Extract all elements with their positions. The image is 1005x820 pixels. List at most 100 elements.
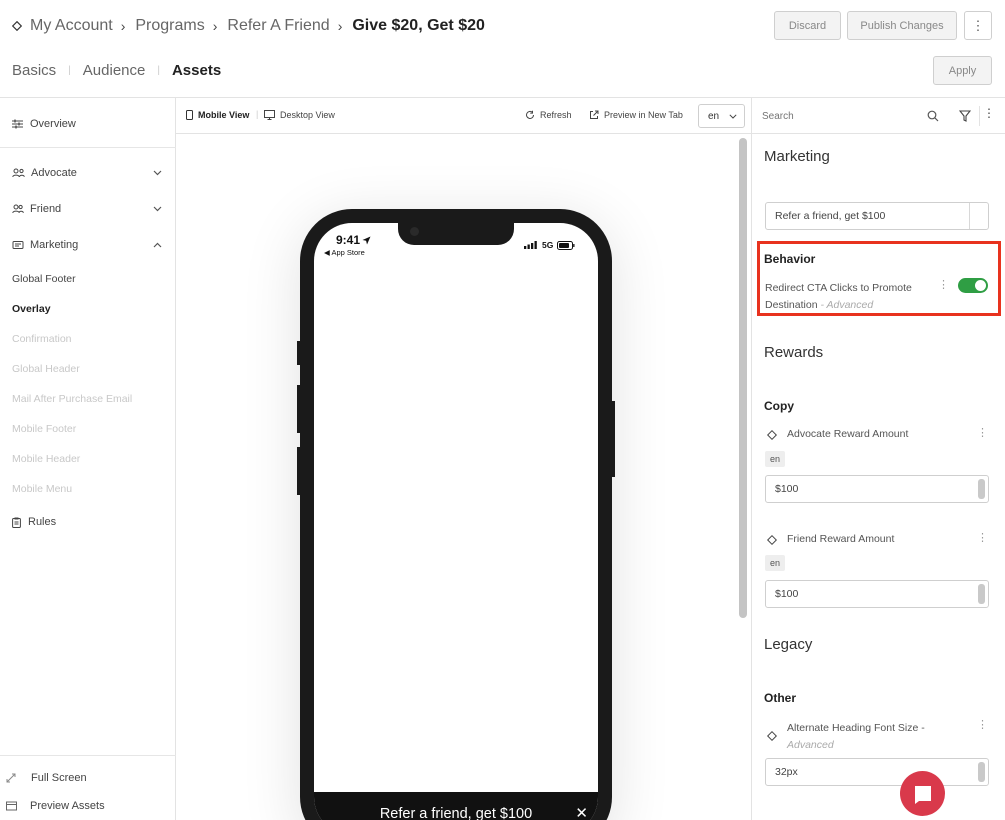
top-bar: My Account › Programs › Refer A Friend ›… xyxy=(0,0,1005,98)
breadcrumb-my-account[interactable]: My Account xyxy=(30,17,113,35)
mobile-view-toggle[interactable]: Mobile View xyxy=(186,110,249,120)
field-kebab-icon[interactable]: ⋮ xyxy=(977,428,988,439)
sidebar-subitem-overlay[interactable]: Overlay xyxy=(12,303,51,315)
breadcrumb-refer-a-friend[interactable]: Refer A Friend xyxy=(227,17,329,35)
preview-new-tab-button[interactable]: Preview in New Tab xyxy=(589,110,683,120)
refresh-button[interactable]: Refresh xyxy=(525,110,572,120)
sidebar-subitem-global-header[interactable]: Global Header xyxy=(12,363,80,375)
clipboard-icon xyxy=(12,517,21,528)
sidebar-item-label: Advocate xyxy=(31,167,77,179)
monitor-icon xyxy=(264,110,275,120)
advanced-tag: Advanced xyxy=(787,739,834,751)
properties-panel: ⋮ Marketing Refer a friend, get $100 Beh… xyxy=(752,98,1005,820)
marketing-text-field[interactable]: Refer a friend, get $100 xyxy=(765,202,989,230)
advocate-reward-input[interactable]: $100 xyxy=(765,475,989,503)
diamond-icon xyxy=(767,430,777,440)
language-select[interactable]: en xyxy=(698,104,745,128)
sidebar-item-rules[interactable]: Rules xyxy=(12,516,162,528)
sidebar-subitem-confirmation[interactable]: Confirmation xyxy=(12,333,72,345)
user-pair-icon xyxy=(12,204,24,214)
preview-assets-button[interactable]: Preview Assets xyxy=(6,800,156,812)
preview-canvas: 9:41 ◀ App Store 5G Refer a friend, get … xyxy=(176,135,738,820)
sidebar-item-label: Overview xyxy=(30,118,76,130)
tab-assets[interactable]: Assets xyxy=(172,62,221,79)
chevron-down-icon xyxy=(729,113,737,119)
sidebar-subitem-mobile-footer[interactable]: Mobile Footer xyxy=(12,423,76,435)
sidebar-item-label: Rules xyxy=(28,516,57,528)
behavior-highlight-box xyxy=(757,241,1001,316)
panel-search-bar: ⋮ xyxy=(752,98,1005,134)
section-heading-rewards: Rewards xyxy=(764,344,824,361)
status-time: 9:41 xyxy=(336,233,371,247)
breadcrumb: My Account › Programs › Refer A Friend ›… xyxy=(12,16,485,36)
phone-screen: 9:41 ◀ App Store 5G Refer a friend, get … xyxy=(314,223,598,820)
refresh-icon xyxy=(525,110,535,120)
users-icon xyxy=(12,168,25,178)
external-link-icon xyxy=(589,110,599,120)
refresh-label: Refresh xyxy=(540,110,572,120)
close-icon[interactable]: ✕ xyxy=(575,804,588,820)
filter-icon[interactable] xyxy=(959,110,971,122)
chevron-up-icon xyxy=(153,242,162,248)
overlay-cta-text: Refer a friend, get $100 xyxy=(379,805,533,820)
mobile-view-label: Mobile View xyxy=(198,110,250,120)
sidebar-subitem-mail-after-purchase[interactable]: Mail After Purchase Email xyxy=(12,393,132,405)
sidebar-item-label: Friend xyxy=(30,203,62,215)
sidebar-item-marketing[interactable]: Marketing xyxy=(12,239,162,251)
sidebar-subitem-global-footer[interactable]: Global Footer xyxy=(12,273,76,285)
alt-heading-size-value: 32px xyxy=(775,766,798,778)
field-kebab-icon[interactable]: ⋮ xyxy=(977,720,988,731)
field-kebab-icon[interactable]: ⋮ xyxy=(977,533,988,544)
phone-notch xyxy=(398,223,514,245)
preview-toolbar: Mobile View | Desktop View Refresh Previ… xyxy=(176,98,752,134)
section-heading-marketing: Marketing xyxy=(764,148,830,165)
preview-scrollbar[interactable] xyxy=(739,138,747,618)
alt-heading-size-label: Alternate Heading Font Size - Advanced xyxy=(787,720,925,754)
diamond-icon xyxy=(12,21,22,31)
preview-pane: Mobile View | Desktop View Refresh Previ… xyxy=(176,98,752,820)
megaphone-icon xyxy=(12,240,24,250)
sidebar-item-advocate[interactable]: Advocate xyxy=(12,167,162,179)
phone-icon xyxy=(186,110,193,120)
apply-button[interactable]: Apply xyxy=(933,56,992,85)
sidebar-item-overview[interactable]: Overview xyxy=(12,118,162,130)
language-chip: en xyxy=(765,555,786,571)
location-arrow-icon xyxy=(362,236,371,245)
desktop-view-label: Desktop View xyxy=(280,110,335,120)
publish-changes-button[interactable]: Publish Changes xyxy=(847,11,957,40)
search-icon[interactable] xyxy=(927,110,939,122)
breadcrumb-current: Give $20, Get $20 xyxy=(352,17,485,34)
full-screen-label: Full Screen xyxy=(31,772,87,784)
tab-audience[interactable]: Audience xyxy=(83,62,146,79)
alt-heading-size-input[interactable]: 32px xyxy=(765,758,989,786)
window-icon xyxy=(6,801,17,811)
tab-basics[interactable]: Basics xyxy=(12,62,56,79)
marketing-text-value: Refer a friend, get $100 xyxy=(775,210,886,222)
full-screen-button[interactable]: Full Screen xyxy=(6,772,156,784)
chat-launcher-button[interactable] xyxy=(900,771,945,816)
chat-icon xyxy=(913,784,933,804)
discard-button[interactable]: Discard xyxy=(774,11,841,40)
sidebar-subitem-mobile-menu[interactable]: Mobile Menu xyxy=(12,483,72,495)
more-options-button[interactable]: ⋮ xyxy=(964,11,992,40)
preview-assets-label: Preview Assets xyxy=(30,800,105,812)
friend-reward-value: $100 xyxy=(775,588,799,600)
overlay-cta-bar[interactable]: Refer a friend, get $100 ✕ xyxy=(314,792,598,820)
friend-reward-input[interactable]: $100 xyxy=(765,580,989,608)
chevron-right-icon: › xyxy=(120,18,126,34)
network-label: 5G xyxy=(542,240,554,250)
sidebar-subitem-mobile-header[interactable]: Mobile Header xyxy=(12,453,80,465)
app-store-back[interactable]: ◀ App Store xyxy=(324,248,365,257)
friend-reward-label: Friend Reward Amount xyxy=(787,533,895,545)
panel-search-input[interactable] xyxy=(762,108,912,124)
advocate-reward-value: $100 xyxy=(775,483,799,495)
chevron-down-icon xyxy=(153,170,162,176)
battery-icon xyxy=(557,240,575,250)
panel-more-icon[interactable]: ⋮ xyxy=(979,106,995,126)
sidebar-item-label: Marketing xyxy=(30,239,79,251)
chevron-right-icon: › xyxy=(212,18,218,34)
desktop-view-toggle[interactable]: Desktop View xyxy=(264,110,335,120)
breadcrumb-programs[interactable]: Programs xyxy=(135,17,204,35)
status-time-text: 9:41 xyxy=(336,233,361,247)
sidebar-item-friend[interactable]: Friend xyxy=(12,203,162,215)
